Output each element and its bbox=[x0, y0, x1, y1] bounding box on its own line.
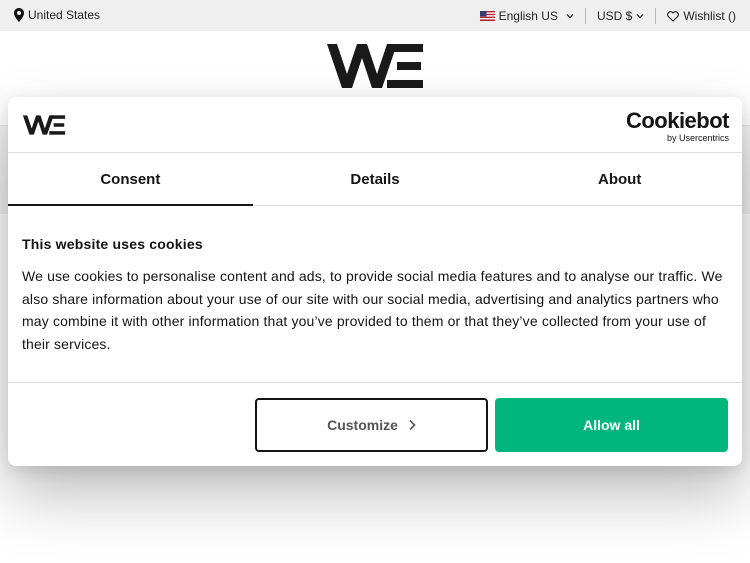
location-selector[interactable]: United States bbox=[14, 8, 100, 22]
cookie-consent-dialog: Cookiebot by Usercentrics Consent Detail… bbox=[8, 97, 742, 466]
allow-all-button-label: Allow all bbox=[583, 417, 640, 433]
tab-details[interactable]: Details bbox=[253, 153, 498, 205]
tab-consent[interactable]: Consent bbox=[8, 153, 253, 206]
top-utility-bar: United States English US USD $ Wishlist … bbox=[0, 0, 750, 31]
divider bbox=[584, 8, 586, 24]
tab-details-label: Details bbox=[350, 170, 400, 188]
cookiebot-name: Cookiebot bbox=[625, 108, 730, 133]
cookiebot-subtitle: by Usercentrics bbox=[666, 133, 729, 143]
customize-button-label: Customize bbox=[327, 417, 398, 433]
tab-consent-label: Consent bbox=[100, 170, 161, 188]
chevron-down-icon bbox=[636, 14, 644, 19]
customize-button[interactable]: Customize bbox=[255, 398, 488, 452]
language-label: English US bbox=[498, 9, 558, 23]
wishlist-link[interactable]: Wishlist () bbox=[667, 9, 736, 23]
us-flag-icon bbox=[479, 11, 495, 21]
dialog-brand-logo bbox=[22, 115, 66, 135]
dialog-header: Cookiebot by Usercentrics bbox=[8, 97, 742, 153]
dialog-description: We use cookies to personalise content an… bbox=[22, 268, 723, 353]
currency-selector[interactable]: USD $ bbox=[597, 9, 644, 23]
map-pin-icon bbox=[14, 8, 24, 22]
wishlist-label: Wishlist () bbox=[683, 9, 736, 23]
chevron-down-icon bbox=[566, 14, 574, 19]
cookiebot-logo[interactable]: Cookiebot by Usercentrics bbox=[625, 108, 730, 144]
currency-label: USD $ bbox=[596, 9, 633, 23]
tab-about-label: About bbox=[598, 170, 642, 188]
dialog-heading: This website uses cookies bbox=[22, 236, 203, 252]
dialog-footer: Customize Allow all bbox=[8, 382, 742, 466]
allow-all-button[interactable]: Allow all bbox=[495, 398, 728, 452]
dialog-body: This website uses cookies We use cookies… bbox=[22, 236, 728, 356]
divider bbox=[655, 8, 657, 24]
heart-icon bbox=[667, 10, 680, 22]
location-label: United States bbox=[28, 8, 101, 22]
chevron-right-icon bbox=[409, 419, 416, 431]
tab-about[interactable]: About bbox=[497, 153, 742, 205]
brand-logo[interactable] bbox=[325, 41, 425, 91]
language-selector[interactable]: English US bbox=[479, 9, 574, 23]
dialog-tabs: Consent Details About bbox=[8, 153, 742, 206]
